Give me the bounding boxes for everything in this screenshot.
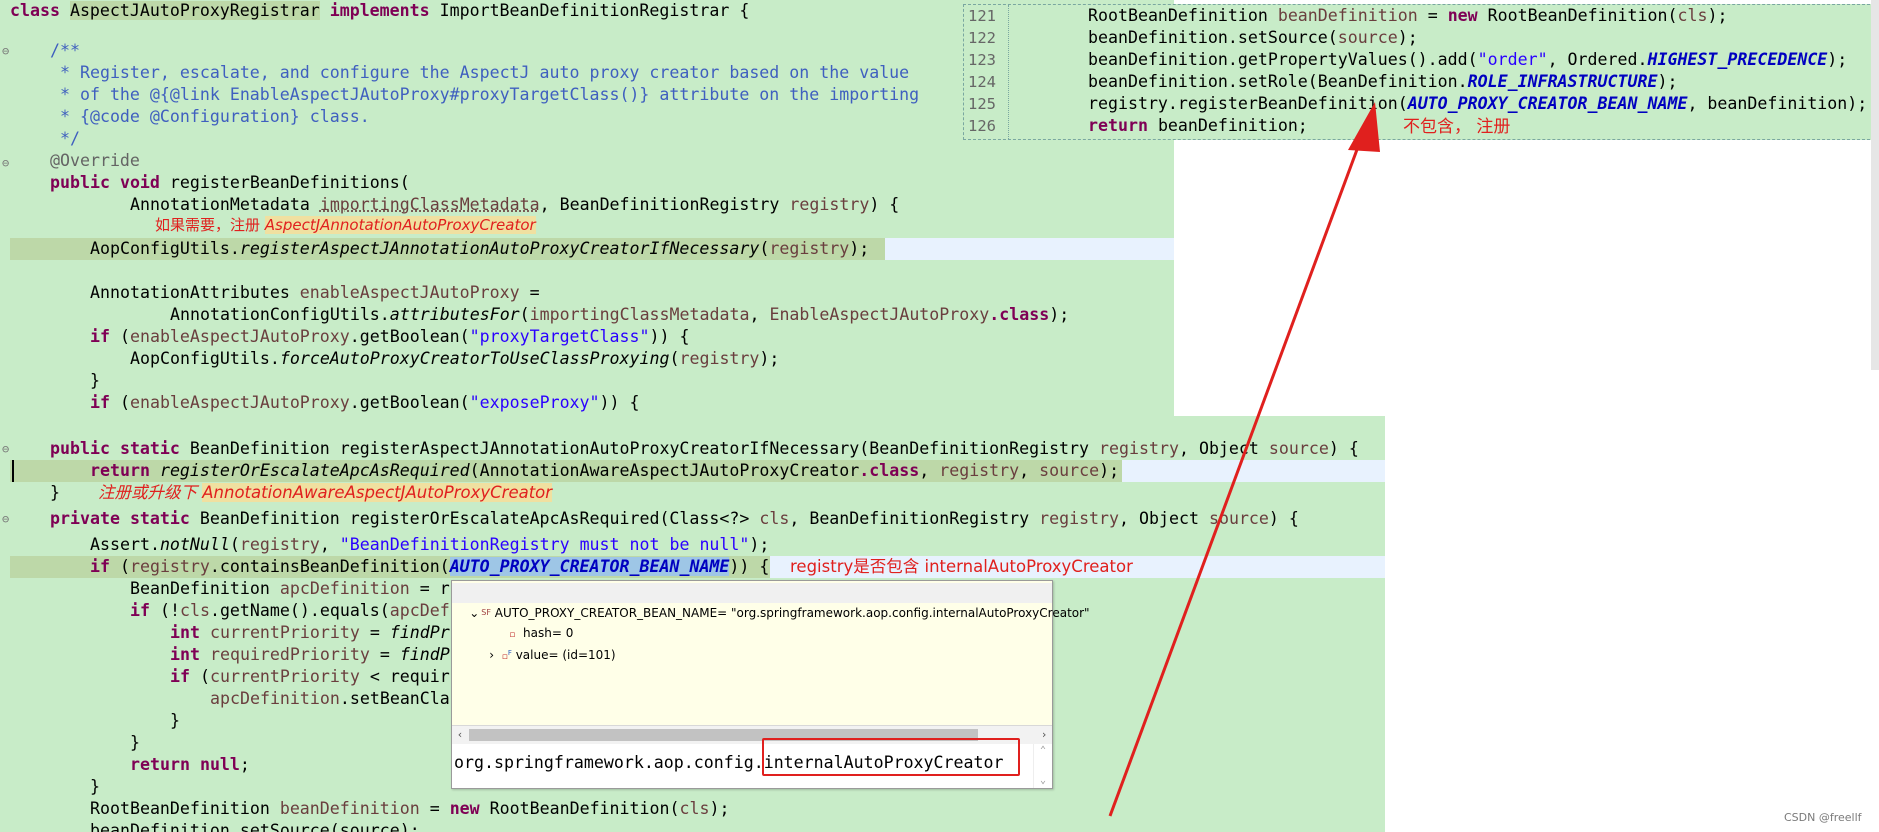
tree-row-value[interactable]: › ▫F value= (id=101) bbox=[474, 623, 615, 662]
tree-row-label: AUTO_PROXY_CREATOR_BEAN_NAME= "org.sprin… bbox=[494, 606, 1090, 620]
scroll-left-icon[interactable]: ‹ bbox=[452, 726, 468, 744]
chevron-down-icon[interactable]: ⌄ bbox=[467, 603, 481, 623]
tree-row-root[interactable]: ⌄ SF AUTO_PROXY_CREATOR_BEAN_NAME= "org.s… bbox=[452, 583, 1090, 620]
vertical-scrollbar[interactable]: ⌃ ⌄ bbox=[1033, 744, 1052, 788]
annotation-highlight-box bbox=[762, 738, 1020, 776]
watermark: CSDN @freellf bbox=[1784, 811, 1862, 824]
tree-row-label: value= (id=101) bbox=[515, 648, 616, 662]
editor-scrollbar[interactable] bbox=[1871, 0, 1879, 370]
scroll-down-icon[interactable]: ⌄ bbox=[1034, 774, 1052, 788]
static-final-field-icon: SF bbox=[481, 608, 491, 617]
chevron-right-icon[interactable]: › bbox=[489, 648, 494, 662]
scroll-right-icon[interactable]: › bbox=[1036, 726, 1052, 744]
final-field-icon: ▫F bbox=[501, 649, 512, 662]
tree-row-hash[interactable]: ▫ hash= 0 bbox=[494, 603, 573, 640]
scroll-up-icon[interactable]: ⌃ bbox=[1034, 744, 1052, 758]
